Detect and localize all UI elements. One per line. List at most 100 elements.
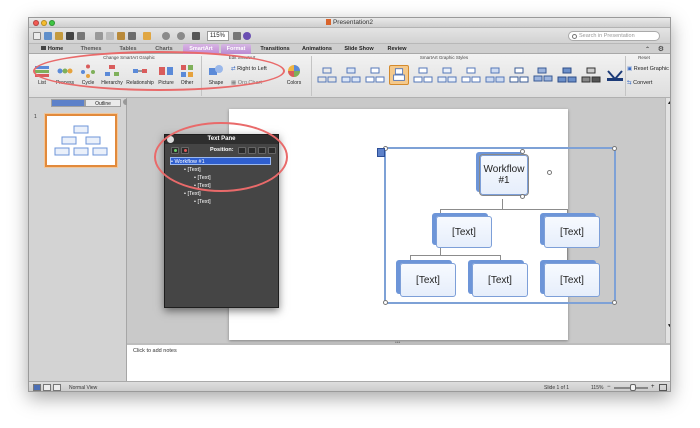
connector-line	[440, 209, 441, 215]
open-icon[interactable]	[55, 32, 63, 40]
connector-line	[502, 199, 503, 209]
standard-toolbar: 115% Search in Presentation	[29, 28, 670, 44]
colors-label: Colors	[286, 80, 302, 86]
group-label-styles: SmartArt Graphic Styles	[419, 55, 469, 60]
ribbon-separator	[625, 56, 626, 96]
smartart-node-level2[interactable]: [Text]	[436, 216, 492, 248]
style-thumbnail-selected[interactable]	[389, 65, 409, 85]
help-icon[interactable]	[243, 32, 251, 40]
cut-icon[interactable]	[95, 32, 103, 40]
style-thumbnail[interactable]	[461, 65, 481, 85]
smartart-node-level3[interactable]: [Text]	[544, 263, 600, 297]
templates-icon[interactable]	[44, 32, 52, 40]
slide-sorter-view-icon[interactable]	[43, 384, 51, 391]
scroll-up-icon[interactable]: ▲	[667, 100, 670, 106]
slide-thumbnail-graphic	[54, 125, 108, 156]
connector-line	[410, 255, 411, 262]
style-thumbnail[interactable]	[533, 65, 553, 85]
text-pane-toggle-icon[interactable]	[377, 148, 385, 157]
tab-transitions[interactable]: Transitions	[255, 44, 295, 54]
connector-line	[567, 209, 568, 215]
vertical-scrollbar[interactable]: ▲ ▼	[665, 98, 670, 343]
document-icon	[325, 19, 331, 25]
smartart-frame[interactable]: Workflow #1 [Text] [Text] [Text] [Text] …	[377, 146, 617, 305]
app-window: Presentation2 115% Search in Presentatio…	[28, 17, 671, 392]
zoom-field[interactable]: 115%	[207, 31, 229, 41]
new-icon[interactable]	[33, 32, 41, 40]
resize-handle[interactable]	[520, 149, 525, 154]
tab-slide-show[interactable]: Slide Show	[339, 44, 379, 54]
tab-format[interactable]: Format	[221, 44, 251, 54]
search-icon	[572, 34, 577, 39]
resize-handle[interactable]	[520, 194, 525, 199]
style-thumbnail[interactable]	[413, 65, 433, 85]
tab-animations[interactable]: Animations	[297, 44, 337, 54]
smartart-node-level3[interactable]: [Text]	[472, 263, 528, 297]
smartart-node-root[interactable]: Workflow #1	[479, 154, 529, 196]
style-thumbnail[interactable]	[317, 65, 337, 85]
save-icon[interactable]	[66, 32, 74, 40]
connector-line	[440, 209, 567, 210]
slide-indicator: Slide 1 of 1	[544, 385, 570, 391]
scroll-down-icon[interactable]: ▼	[667, 323, 670, 329]
style-thumbnail[interactable]	[485, 65, 505, 85]
splitter-grip-icon[interactable]: •••	[395, 340, 400, 346]
redo-icon[interactable]	[177, 32, 185, 40]
resize-handle[interactable]	[383, 300, 388, 305]
slide-number: 1	[34, 114, 37, 120]
ribbon-settings-icon[interactable]: ⚙	[658, 45, 664, 53]
title-bar: Presentation2	[29, 18, 670, 28]
window-title-text: Presentation2	[332, 19, 374, 26]
colors-button[interactable]: Colors	[283, 64, 305, 86]
home-icon	[40, 46, 46, 50]
smartart-node-level2[interactable]: [Text]	[544, 216, 600, 248]
ribbon-collapse-icon[interactable]: ⌃	[645, 46, 650, 53]
slide-show-view-icon[interactable]	[53, 384, 61, 391]
convert-icon: ⇆	[627, 80, 632, 86]
tab-slides[interactable]	[51, 99, 85, 107]
slide-thumbnail[interactable]	[45, 114, 117, 167]
notes-pane[interactable]: ••• Click to add notes	[127, 340, 670, 381]
tab-review[interactable]: Review	[381, 44, 413, 54]
text-pane-item[interactable]: • [Text]	[184, 190, 201, 198]
style-thumbnail[interactable]	[557, 65, 577, 85]
status-bar: Normal View Slide 1 of 1 115% − +	[29, 381, 670, 391]
reset-graphic-button[interactable]: ▣ Reset Graphic	[627, 66, 669, 72]
list-layout-label: List	[38, 80, 46, 86]
colors-icon	[288, 65, 300, 77]
tab-home-label: Home	[47, 46, 64, 52]
resize-handle[interactable]	[612, 300, 617, 305]
highlight-circle	[154, 122, 288, 192]
tab-home[interactable]: Home	[35, 44, 69, 54]
style-thumbnail[interactable]	[605, 65, 625, 85]
copy-icon[interactable]	[106, 32, 114, 40]
tab-outline[interactable]: Outline	[85, 99, 121, 107]
search-input[interactable]: Search in Presentation	[568, 31, 660, 41]
reset-graphic-icon: ▣	[627, 66, 633, 72]
print-icon[interactable]	[77, 32, 85, 40]
style-thumbnail[interactable]	[437, 65, 457, 85]
style-thumbnail[interactable]	[581, 65, 601, 85]
gallery-icon[interactable]	[192, 32, 200, 40]
smartart-node-level3[interactable]: [Text]	[400, 263, 456, 297]
resize-handle[interactable]	[612, 146, 617, 151]
insert-picture-icon[interactable]	[143, 32, 151, 40]
format-painter-icon[interactable]	[128, 32, 136, 40]
zoom-slider-handle[interactable]	[630, 384, 636, 391]
resize-handle[interactable]	[547, 170, 552, 175]
style-thumbnail[interactable]	[509, 65, 529, 85]
text-pane-item-text: [Text]	[187, 191, 201, 197]
style-thumbnail[interactable]	[341, 65, 361, 85]
style-thumbnail[interactable]	[365, 65, 385, 85]
zoom-out-icon[interactable]: −	[607, 384, 611, 390]
fit-to-window-icon[interactable]	[659, 384, 667, 391]
toolbox-icon[interactable]	[233, 32, 241, 40]
normal-view-icon[interactable]	[33, 384, 41, 391]
view-name: Normal View	[69, 385, 98, 391]
undo-icon[interactable]	[162, 32, 170, 40]
paste-icon[interactable]	[117, 32, 125, 40]
text-pane-item[interactable]: • [Text]	[194, 198, 211, 206]
convert-button[interactable]: ⇆ Convert	[627, 80, 652, 86]
zoom-in-icon[interactable]: +	[651, 384, 655, 390]
notes-placeholder: Click to add notes	[133, 348, 177, 354]
